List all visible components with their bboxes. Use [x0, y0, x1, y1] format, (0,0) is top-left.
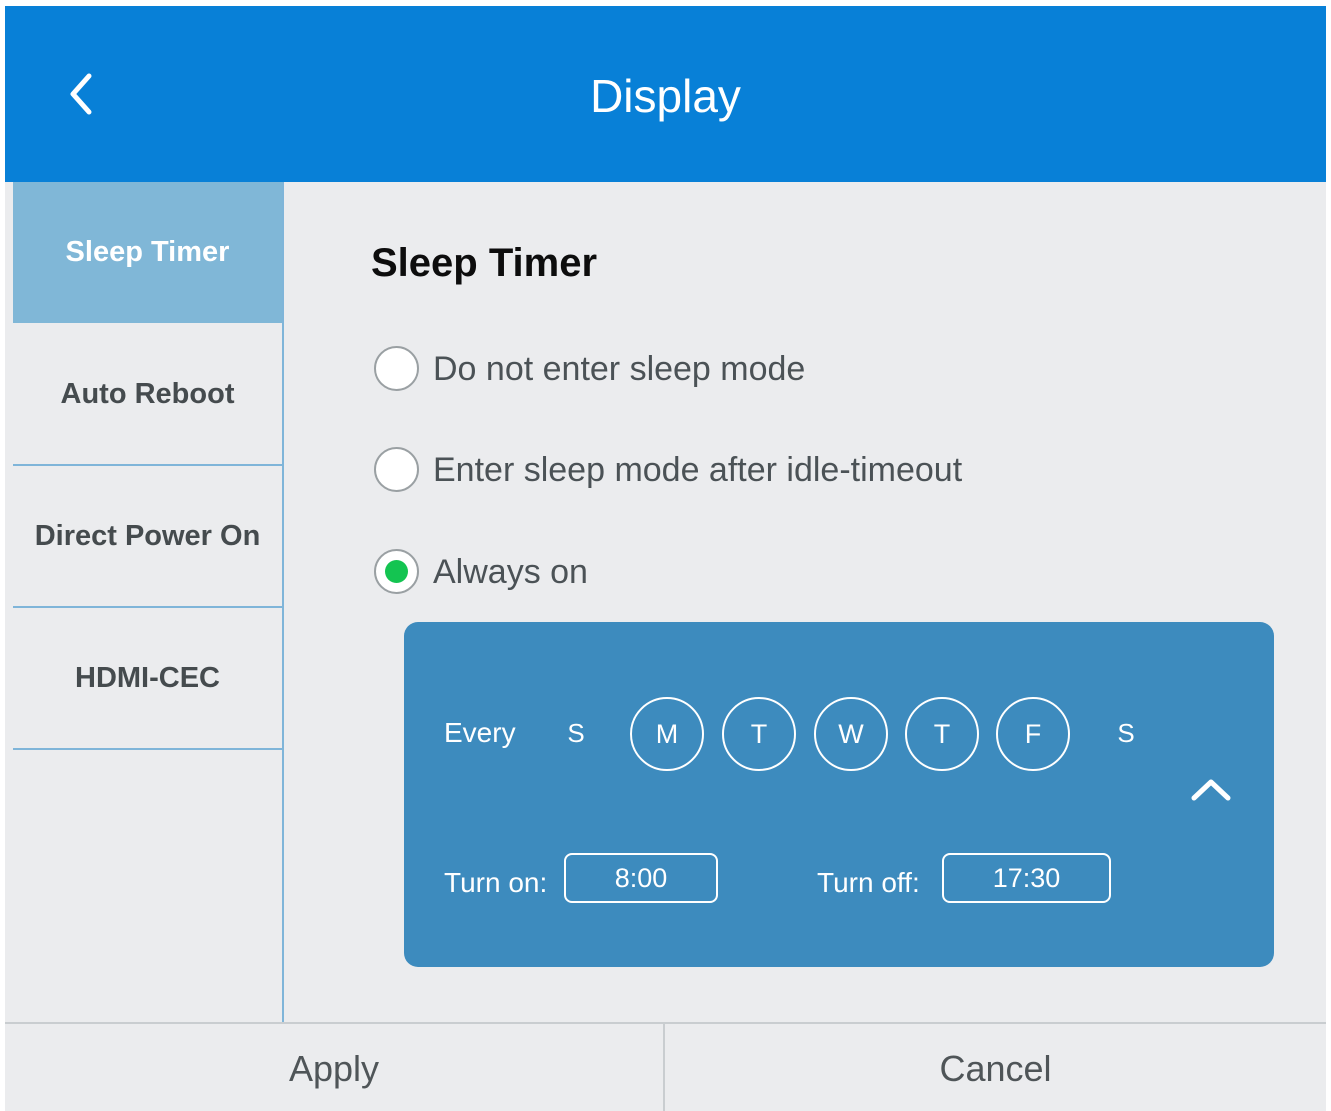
day-toggle-sunday[interactable]: S: [561, 715, 591, 751]
day-toggle-thursday[interactable]: T: [905, 697, 979, 771]
option-sleep-after-idle[interactable]: Enter sleep mode after idle-timeout: [374, 447, 962, 492]
day-toggle-friday[interactable]: F: [996, 697, 1070, 771]
turn-off-time-field[interactable]: 17:30: [942, 853, 1111, 903]
turn-on-label: Turn on:: [444, 867, 548, 898]
cancel-button[interactable]: Cancel: [665, 1024, 1326, 1111]
header-bar: Display: [5, 6, 1326, 182]
turn-off-label: Turn off:: [817, 867, 920, 898]
sidebar-item-label: HDMI-CEC: [75, 661, 220, 694]
sidebar-item-label: Auto Reboot: [60, 377, 235, 410]
option-label: Do not enter sleep mode: [433, 349, 806, 388]
option-label: Enter sleep mode after idle-timeout: [433, 450, 963, 489]
page-title: Display: [590, 70, 741, 122]
option-always-on[interactable]: Always on: [374, 549, 588, 594]
chevron-up-icon: [1191, 779, 1231, 801]
option-do-not-sleep[interactable]: Do not enter sleep mode: [374, 346, 805, 391]
schedule-card: Every S M T W T F S Turn on: 8:00 Turn o…: [404, 622, 1274, 967]
apply-button[interactable]: Apply: [5, 1024, 663, 1111]
section-title: Sleep Timer: [371, 241, 598, 285]
sidebar: Sleep Timer Auto Reboot Direct Power On …: [5, 182, 284, 1025]
radio-button[interactable]: [374, 447, 419, 492]
sidebar-item-label: Sleep Timer: [65, 236, 230, 268]
day-toggle-saturday[interactable]: S: [1111, 715, 1141, 751]
turn-on-time-field[interactable]: 8:00: [564, 853, 718, 903]
collapse-button[interactable]: [1188, 774, 1234, 804]
sidebar-item-sleep-timer[interactable]: Sleep Timer: [13, 182, 282, 323]
option-label: Always on: [433, 552, 588, 591]
every-label: Every: [444, 717, 516, 748]
sidebar-item-hdmi-cec[interactable]: HDMI-CEC: [13, 608, 282, 750]
sidebar-item-direct-power-on[interactable]: Direct Power On: [13, 466, 282, 608]
day-toggle-tuesday[interactable]: T: [722, 697, 796, 771]
day-toggle-monday[interactable]: M: [630, 697, 704, 771]
footer-bar: Apply Cancel: [5, 1022, 1326, 1111]
display-settings-screen: Display Sleep Timer Auto Reboot Direct P…: [5, 6, 1326, 1111]
sidebar-item-label: Direct Power On: [34, 519, 261, 552]
sidebar-item-auto-reboot[interactable]: Auto Reboot: [13, 324, 282, 466]
day-toggle-wednesday[interactable]: W: [814, 697, 888, 771]
radio-button-selected[interactable]: [374, 549, 419, 594]
radio-button[interactable]: [374, 346, 419, 391]
